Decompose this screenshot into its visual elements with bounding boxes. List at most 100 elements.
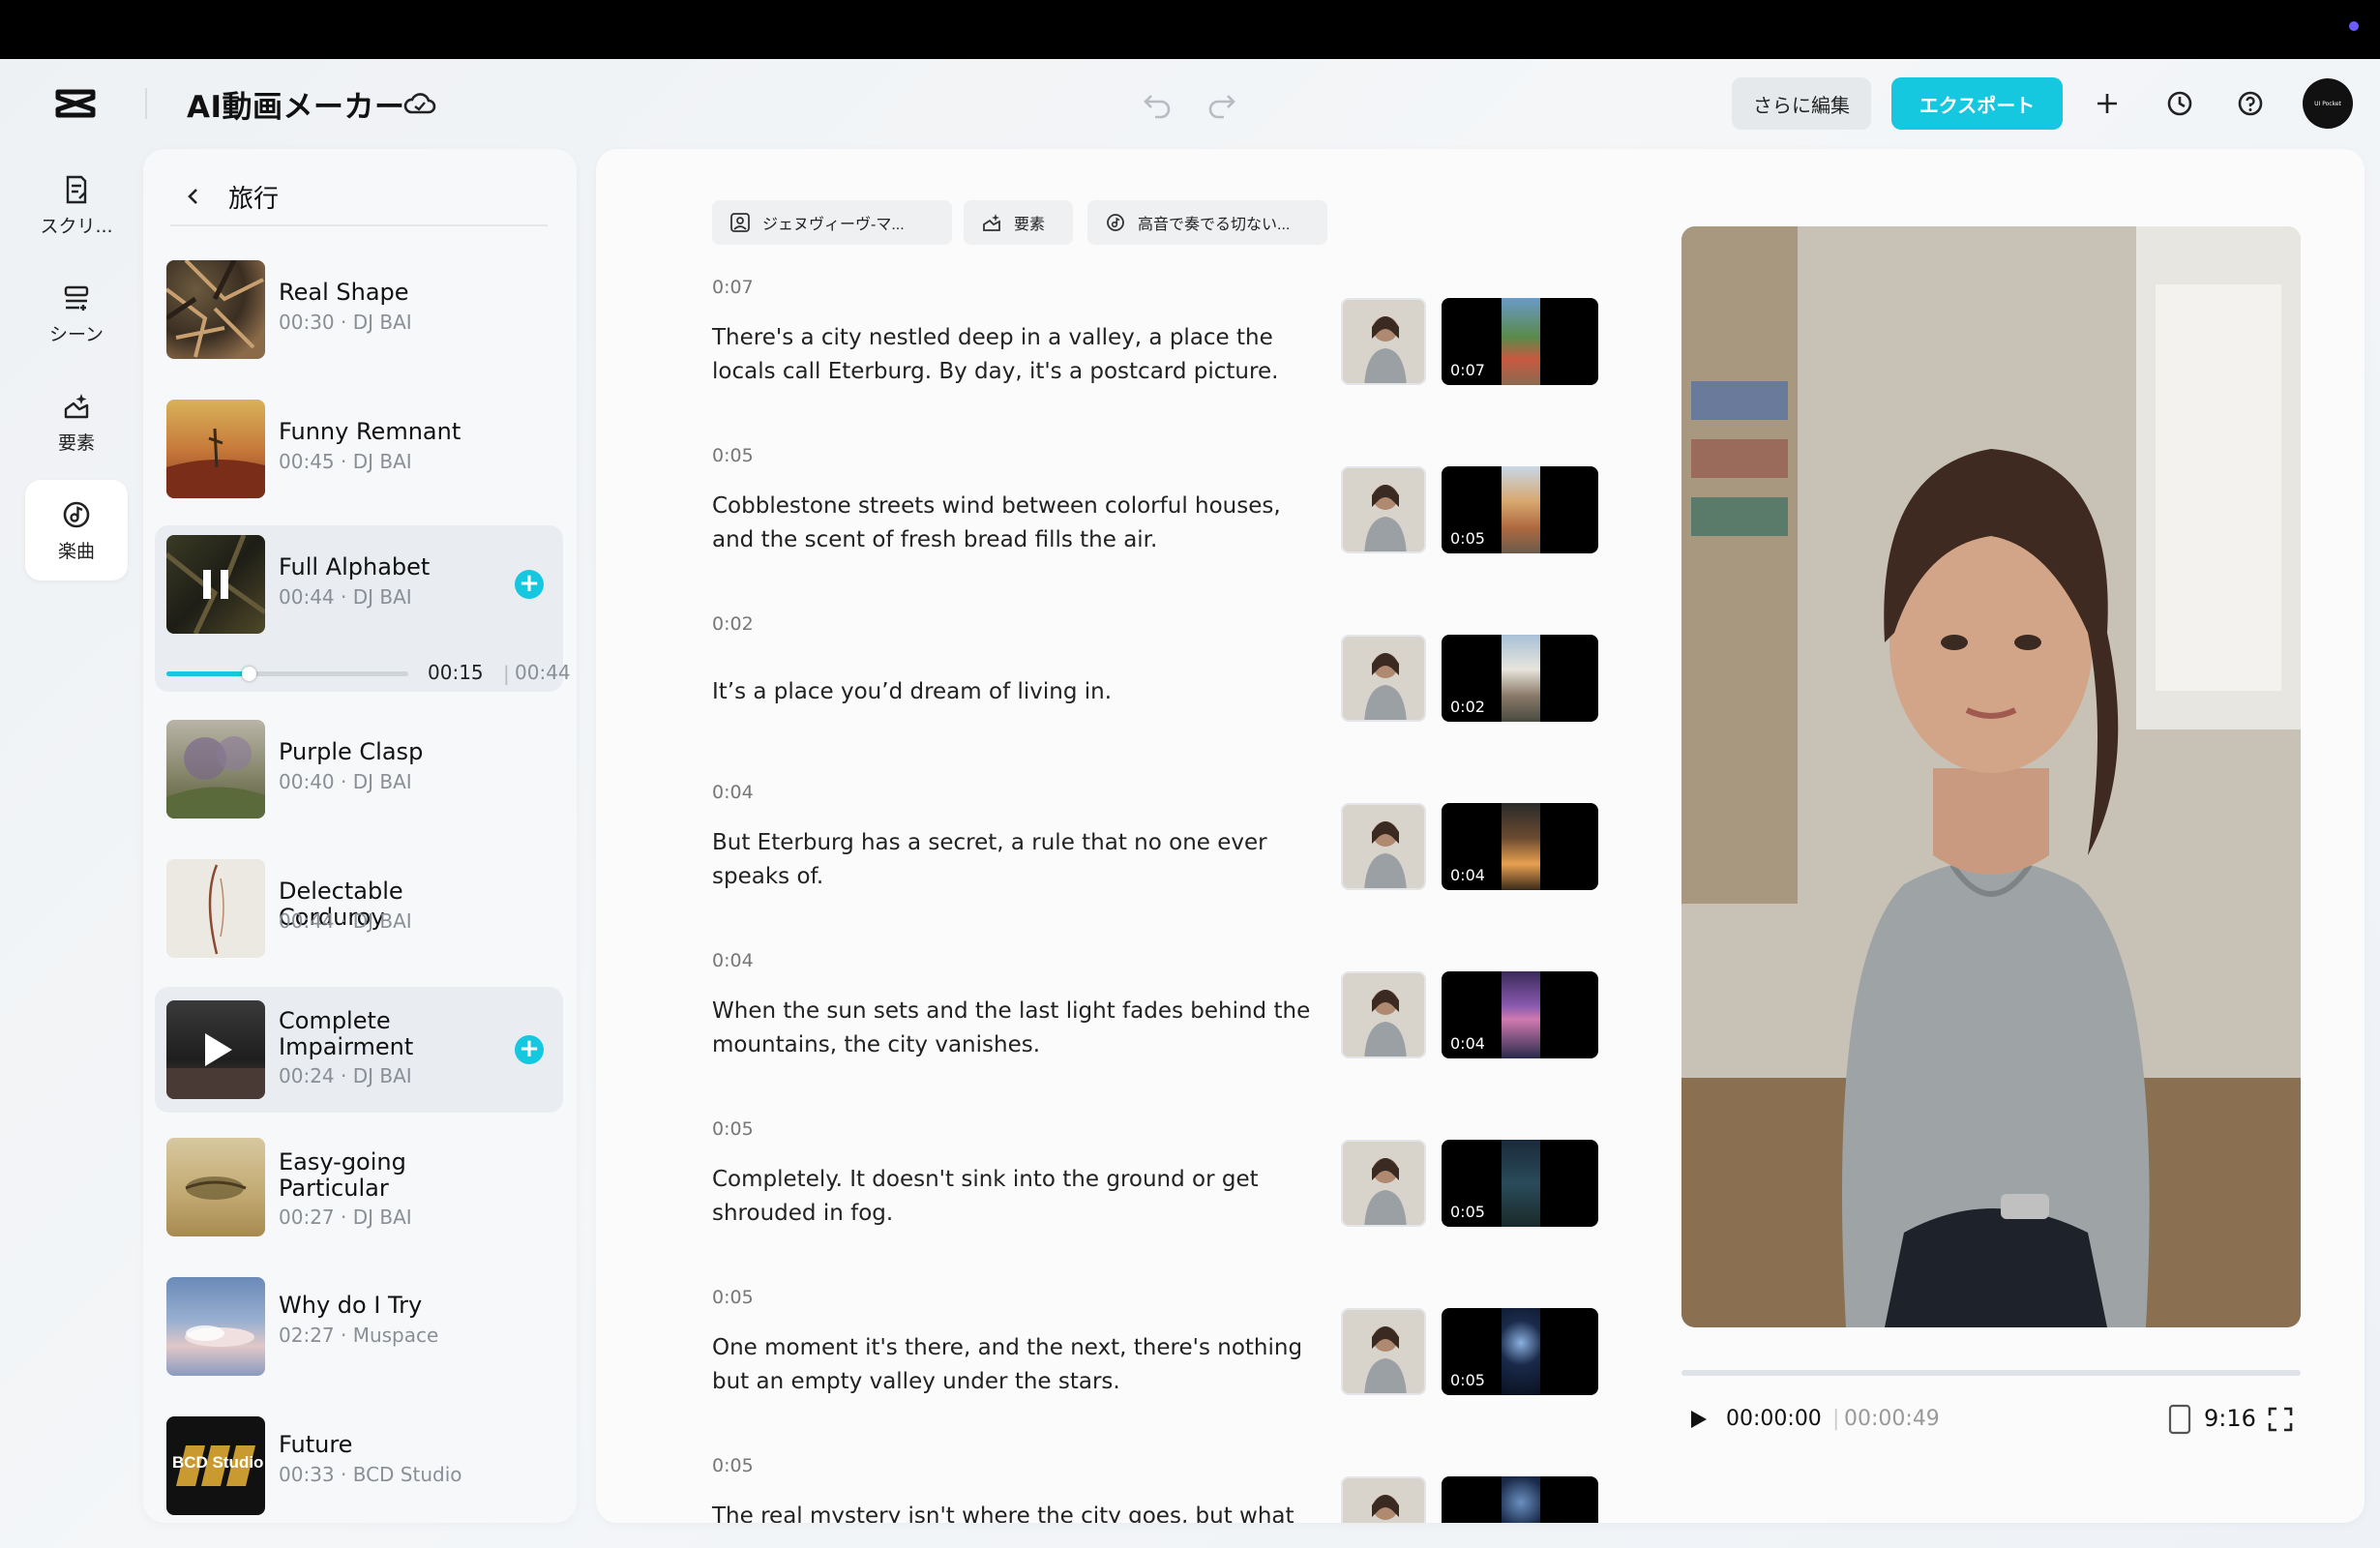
script-icon — [66, 175, 87, 203]
undo-icon[interactable] — [1140, 86, 1175, 121]
nav-item-elements[interactable]: 要素 — [25, 372, 128, 472]
redo-icon[interactable] — [1205, 86, 1239, 121]
capcut-logo-icon[interactable] — [54, 86, 97, 121]
scene-row[interactable]: 0:07 There's a city nestled deep in a va… — [712, 277, 1621, 432]
track-thumbnail: BCD Studio — [166, 1416, 265, 1515]
scene-row[interactable]: 0:04 But Eterburg has a secret, a rule t… — [712, 782, 1621, 937]
nav-item-music[interactable]: 楽曲 — [25, 480, 128, 580]
avatar-text: UI Pocket — [2314, 100, 2341, 107]
track-item[interactable]: Funny Remnant 00:45 · DJ BAI — [155, 390, 563, 508]
scene-text[interactable]: When the sun sets and the last light fad… — [712, 995, 1312, 1062]
track-title: Easy-going Particular — [279, 1148, 406, 1202]
add-icon[interactable] — [2090, 86, 2125, 121]
aspect-ratio-label[interactable]: 9:16 — [2204, 1405, 2256, 1432]
track-item[interactable]: Real Shape 00:30 · DJ BAI — [155, 251, 563, 369]
scene-avatar-thumb[interactable] — [1341, 466, 1426, 553]
scene-time: 0:05 — [712, 445, 754, 466]
scene-video-thumb[interactable]: 0:05 — [1442, 1308, 1598, 1395]
scene-video-thumb[interactable]: 0:02 — [1442, 635, 1598, 722]
scene-text[interactable]: Completely. It doesn't sink into the gro… — [712, 1163, 1312, 1231]
scene-avatar-thumb[interactable] — [1341, 971, 1426, 1058]
scene-text[interactable]: But Eterburg has a secret, a rule that n… — [712, 826, 1312, 894]
track-meta: 00:24 · DJ BAI — [279, 1064, 412, 1087]
scene-video-thumb[interactable]: 0:05 — [1442, 1140, 1598, 1227]
scene-avatar-thumb[interactable] — [1341, 1140, 1426, 1227]
scene-text[interactable]: One moment it's there, and the next, the… — [712, 1331, 1312, 1399]
track-thumbnail — [166, 859, 265, 958]
avatar[interactable]: UI Pocket — [2303, 78, 2353, 129]
chip-label: 要素 — [1014, 217, 1046, 233]
status-dot — [2349, 21, 2359, 31]
track-item[interactable]: BCD Studio Future 00:33 · BCD Studio — [155, 1407, 563, 1523]
scene-time: 0:04 — [712, 782, 754, 803]
track-current-time: 00:15 — [428, 661, 484, 684]
scene-row[interactable]: 0:05 Completely. It doesn't sink into th… — [712, 1118, 1621, 1273]
scene-row[interactable]: 0:05 Cobblestone streets wind between co… — [712, 445, 1621, 600]
track-title: Purple Clasp — [279, 738, 424, 765]
history-icon[interactable] — [2162, 86, 2197, 121]
progress-bar[interactable] — [166, 667, 408, 681]
scene-avatar-thumb[interactable] — [1341, 1308, 1426, 1395]
elements-chip[interactable]: 要素 — [964, 200, 1073, 245]
scene-avatar-thumb[interactable] — [1341, 635, 1426, 722]
scene-video-thumb[interactable]: 0:04 — [1442, 971, 1598, 1058]
scene-text[interactable]: There's a city nestled deep in a valley,… — [712, 321, 1312, 389]
track-item[interactable]: Delectable Corduroy 00:44 · DJ BAI — [155, 849, 563, 968]
track-meta: 02:27 · Muspace — [279, 1324, 439, 1347]
scene-row[interactable]: 0:05 The real mystery isn't where the ci… — [712, 1455, 1621, 1523]
track-meta: 00:30 · DJ BAI — [279, 311, 412, 334]
video-preview[interactable] — [1681, 226, 2301, 1327]
scene-video-thumb[interactable]: 0:04 — [1442, 803, 1598, 890]
aspect-ratio-icon[interactable] — [2167, 1403, 2192, 1436]
track-title: Complete Impairment — [279, 1007, 414, 1060]
scene-time: 0:05 — [712, 1118, 754, 1140]
scene-avatar-thumb[interactable] — [1341, 803, 1426, 890]
fullscreen-icon[interactable] — [2266, 1405, 2295, 1434]
scene-avatar-thumb[interactable] — [1341, 298, 1426, 385]
export-button[interactable]: エクスポート — [1891, 77, 2063, 130]
scene-icon — [64, 285, 89, 311]
add-track-button[interactable]: + — [515, 1035, 544, 1064]
track-item-selected[interactable]: Complete Impairment 00:24 · DJ BAI + — [155, 987, 563, 1113]
track-item[interactable]: Purple Clasp 00:40 · DJ BAI — [155, 710, 563, 828]
track-item[interactable]: Why do I Try 02:27 · Muspace — [155, 1267, 563, 1385]
left-nav: スクリ... シーン 要素 楽曲 — [25, 155, 130, 588]
nav-item-scene[interactable]: シーン — [25, 263, 128, 364]
back-icon[interactable] — [178, 181, 209, 212]
track-thumbnail — [166, 400, 265, 498]
music-chip[interactable]: 高音で奏でる切ない... — [1087, 200, 1327, 245]
track-item-playing[interactable]: Full Alphabet 00:44 · DJ BAI + 00:15 | 0… — [155, 525, 571, 692]
scene-row[interactable]: 0:04 When the sun sets and the last ligh… — [712, 950, 1621, 1105]
track-meta: 00:40 · DJ BAI — [279, 770, 412, 793]
track-total-time: 00:44 — [515, 661, 571, 684]
nav-item-script[interactable]: スクリ... — [25, 155, 128, 255]
track-progress: 00:15 | 00:44 — [166, 659, 571, 688]
scene-video-thumb[interactable]: 0:07 — [1442, 298, 1598, 385]
track-item[interactable]: Easy-going Particular 00:27 · DJ BAI — [155, 1128, 563, 1246]
preview-progress-bar[interactable] — [1681, 1370, 2301, 1376]
add-track-button[interactable]: + — [515, 570, 544, 599]
progress-handle[interactable] — [242, 667, 256, 681]
scene-text[interactable]: The real mystery isn't where the city go… — [712, 1500, 1312, 1523]
scene-duration: 0:05 — [1450, 1203, 1485, 1221]
scene-duration: 0:02 — [1450, 698, 1485, 716]
scene-text[interactable]: It’s a place you’d dream of living in. — [712, 675, 1312, 709]
cloud-save-icon[interactable] — [402, 86, 437, 121]
scene-video-thumb[interactable] — [1442, 1476, 1598, 1523]
avatar-chip[interactable]: ジェヌヴィーヴ-マ... — [712, 200, 952, 245]
scene-time: 0:07 — [712, 277, 754, 298]
header-divider — [145, 88, 147, 119]
track-thumbnail — [166, 535, 265, 634]
edit-more-button[interactable]: さらに編集 — [1732, 77, 1871, 130]
scene-avatar-thumb[interactable] — [1341, 1476, 1426, 1523]
scene-row[interactable]: 0:02 It’s a place you’d dream of living … — [712, 613, 1621, 768]
help-icon[interactable] — [2233, 86, 2268, 121]
play-icon[interactable] — [1683, 1405, 1712, 1434]
progress-fill — [166, 671, 249, 676]
scene-text[interactable]: Cobblestone streets wind between colorfu… — [712, 490, 1312, 557]
track-title: Real Shape — [279, 279, 409, 306]
scene-video-thumb[interactable]: 0:05 — [1442, 466, 1598, 553]
scene-time: 0:02 — [712, 613, 754, 635]
scene-row[interactable]: 0:05 One moment it's there, and the next… — [712, 1287, 1621, 1442]
track-thumb-text: BCD Studio — [172, 1453, 264, 1472]
